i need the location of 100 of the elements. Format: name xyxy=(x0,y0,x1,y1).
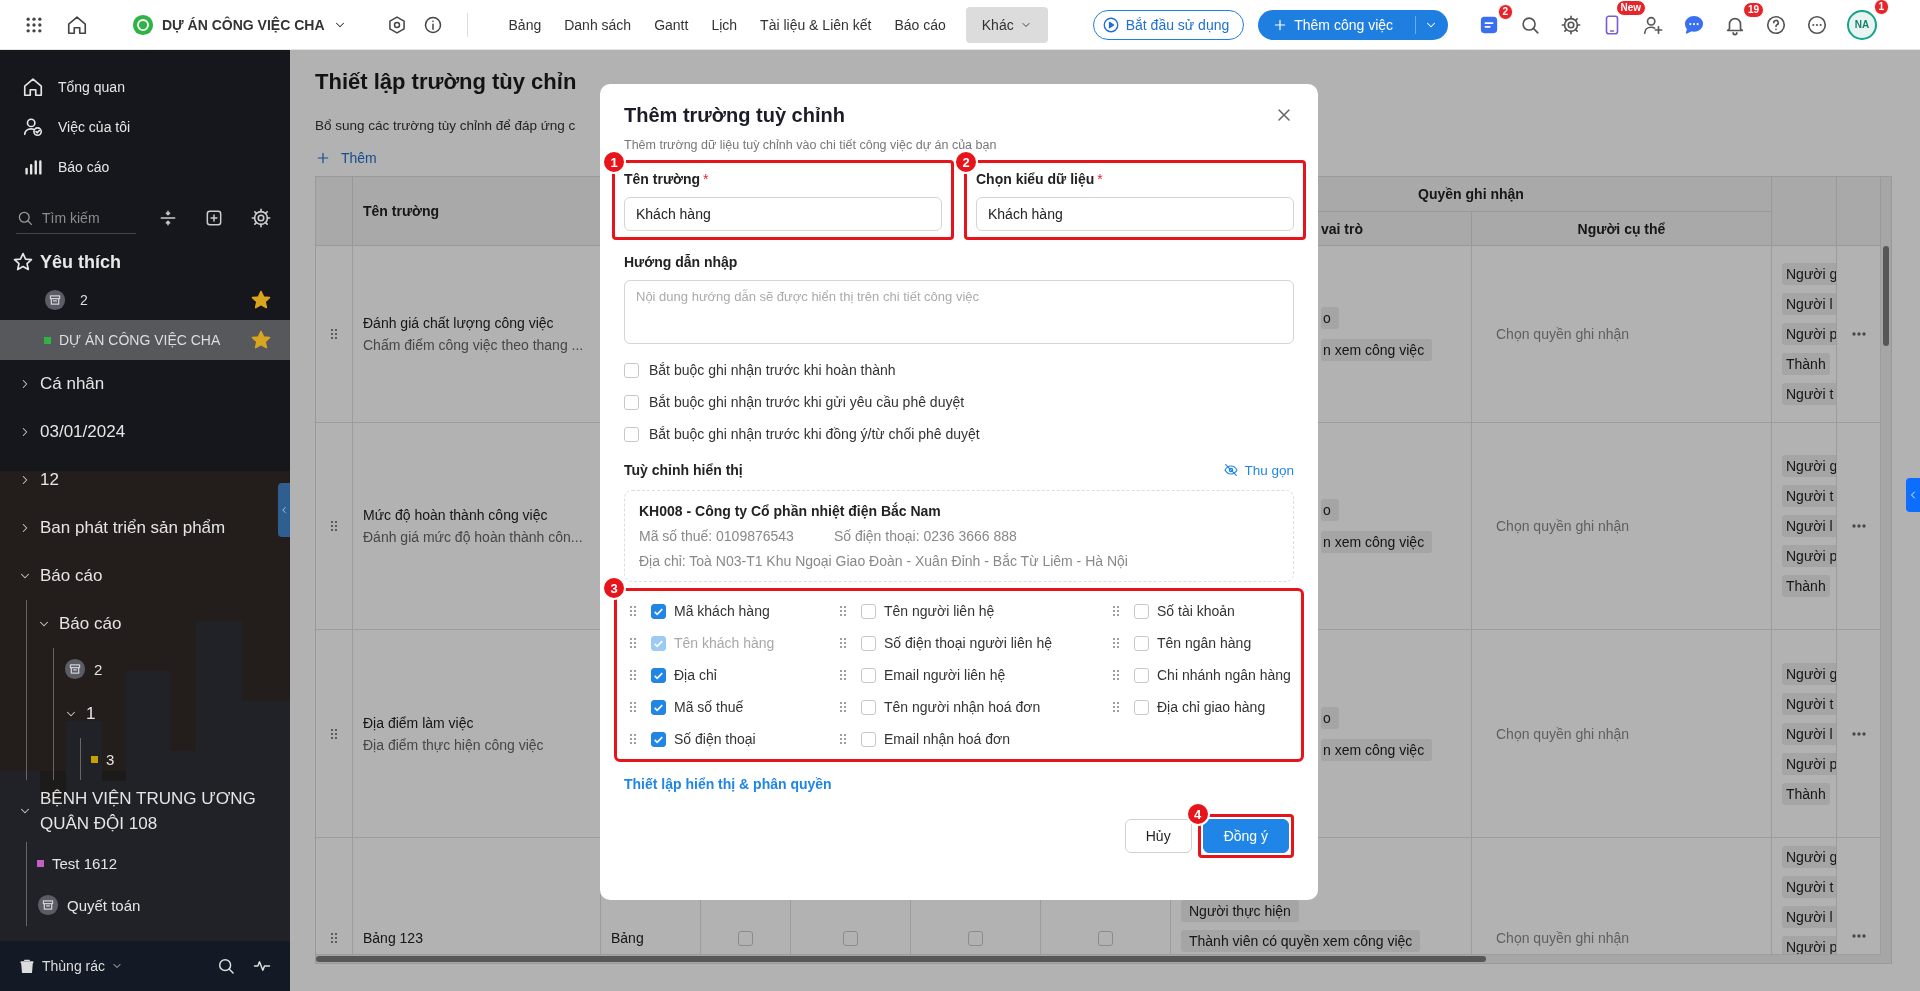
settings-icon[interactable] xyxy=(250,207,272,229)
nav-item[interactable]: Tổng quan xyxy=(58,79,125,95)
role-tag: o xyxy=(1321,307,1339,329)
checkbox[interactable] xyxy=(651,731,666,747)
checkbox[interactable] xyxy=(861,603,876,619)
nav-tab[interactable]: Gantt xyxy=(643,6,700,43)
project-name[interactable]: DỰ ÁN CÔNG VIỆC CHA xyxy=(162,16,325,33)
trash-icon xyxy=(18,957,36,975)
field-name: Địa điểm làm việc xyxy=(363,714,475,731)
nav-tab[interactable]: Khác xyxy=(965,6,1048,43)
help-icon[interactable] xyxy=(1765,13,1788,36)
hexagon-settings-icon[interactable] xyxy=(386,14,407,35)
favorite-item[interactable]: 2 xyxy=(0,280,290,320)
checkbox[interactable] xyxy=(861,731,876,747)
field-label: Tên trường xyxy=(624,170,701,189)
field-description: Chấm điểm công việc theo thang ... xyxy=(363,337,585,353)
search-icon[interactable] xyxy=(216,956,236,976)
text-field[interactable]: Khách hàng xyxy=(976,197,1294,231)
tree-item[interactable]: BỆNH VIỆN TRUNG ƯƠNG QUÂN ĐỘI 108 xyxy=(40,786,276,836)
checkbox[interactable] xyxy=(1134,635,1149,651)
role-tag: Người p xyxy=(1782,752,1836,775)
trash-link[interactable]: Thùng rác xyxy=(42,958,106,974)
section-title: Yêu thích xyxy=(40,251,121,273)
role-tag: Người l xyxy=(1782,515,1836,537)
checkbox[interactable] xyxy=(624,362,639,378)
info-icon[interactable] xyxy=(422,14,443,35)
search-field[interactable]: Tìm kiếm xyxy=(16,202,136,234)
checkbox[interactable] xyxy=(968,931,983,946)
nav-tab[interactable]: Danh sách xyxy=(553,6,643,43)
confirm-button[interactable]: Đồng ý xyxy=(1202,819,1289,853)
checkbox[interactable] xyxy=(1134,667,1149,683)
tree-item[interactable]: Báo cáo xyxy=(59,614,122,634)
required-mark: * xyxy=(703,170,709,189)
checkbox-label: Tên người nhận hoá đơn xyxy=(884,699,1041,715)
eye-off-icon xyxy=(1223,462,1240,478)
archive-icon xyxy=(64,658,86,680)
checkbox-label: Tên khách hàng xyxy=(674,635,775,651)
checkbox[interactable] xyxy=(843,931,858,946)
tree-item[interactable]: Quyết toán xyxy=(67,896,141,914)
collapse-link[interactable]: Thu gọn xyxy=(1223,462,1294,478)
checkbox-label: Bắt buộc ghi nhận trước khi đồng ý/từ chối phê duyệt xyxy=(649,426,980,442)
nav-tab[interactable]: Lịch xyxy=(700,6,749,43)
start-button[interactable]: Bắt đầu sử dụng xyxy=(1092,9,1245,40)
tree-item[interactable]: 1 xyxy=(86,704,96,724)
tree-item[interactable]: 3 xyxy=(106,750,115,768)
favorite-item[interactable]: DỰ ÁN CÔNG VIỆC CHA xyxy=(0,320,290,360)
checkbox[interactable] xyxy=(624,426,639,442)
checkbox[interactable] xyxy=(1134,603,1149,619)
checkbox-label: Bắt buộc ghi nhận trước khi hoàn thành xyxy=(649,362,896,378)
checkbox[interactable] xyxy=(651,667,666,683)
settings-icon[interactable] xyxy=(1560,13,1583,36)
user-check-icon xyxy=(22,116,44,138)
field-description: Đánh giá mức độ hoàn thành côn... xyxy=(363,529,584,545)
user-avatar[interactable]: NA xyxy=(1847,9,1878,40)
section-title: Tuỳ chỉnh hiển thị xyxy=(624,462,743,478)
tree-item[interactable]: Ban phát triển sản phẩm xyxy=(40,518,226,538)
checkbox[interactable] xyxy=(861,699,876,715)
tree-item[interactable]: Test 1612 xyxy=(52,854,118,872)
tree-item[interactable]: Báo cáo xyxy=(40,566,103,586)
step-marker: 3 xyxy=(602,576,626,600)
collapse-handle[interactable] xyxy=(278,483,290,537)
checkbox[interactable] xyxy=(1134,699,1149,715)
settings-link[interactable]: Thiết lập hiển thị & phân quyền xyxy=(624,776,832,792)
role-tag: Người g xyxy=(1782,662,1836,685)
star-icon xyxy=(12,251,34,273)
expand-handle[interactable] xyxy=(1906,478,1920,512)
role-tag: Người t xyxy=(1782,876,1836,898)
role-tag: Thành xyxy=(1782,782,1830,805)
nav-item[interactable]: Báo cáo xyxy=(58,159,110,175)
star-icon xyxy=(250,329,272,351)
checkbox[interactable] xyxy=(738,931,753,946)
nav-item[interactable]: Việc của tôi xyxy=(58,119,131,135)
text-field[interactable]: Khách hàng xyxy=(624,197,942,231)
chat-icon[interactable] xyxy=(1683,13,1706,36)
nav-tab[interactable]: Bảng xyxy=(497,6,553,43)
nav-tab[interactable]: Báo cáo xyxy=(883,6,957,43)
add-square-icon[interactable] xyxy=(204,208,224,228)
nav-tab[interactable]: Tài liệu & Liên kết xyxy=(749,6,883,43)
cancel-button[interactable]: Hủy xyxy=(1124,819,1192,853)
tree-item[interactable]: Cá nhân xyxy=(40,374,105,394)
scrollbar-thumb[interactable] xyxy=(316,956,1486,962)
chevron-left-icon xyxy=(279,505,289,515)
archive-icon xyxy=(44,289,66,311)
tree-item[interactable]: 2 xyxy=(94,660,103,678)
checkbox[interactable] xyxy=(651,699,666,715)
add-task-button[interactable]: Thêm công việc xyxy=(1258,9,1449,40)
divide-icon[interactable] xyxy=(158,208,178,228)
more-icon[interactable] xyxy=(1806,13,1829,36)
checkbox[interactable] xyxy=(624,394,639,410)
scrollbar-thumb[interactable] xyxy=(1883,246,1889,346)
checkbox[interactable] xyxy=(861,667,876,683)
checkbox[interactable] xyxy=(1098,931,1113,946)
tree-item[interactable]: 03/01/2024 xyxy=(40,422,126,442)
tree-item[interactable]: 12 xyxy=(40,470,59,490)
checkbox[interactable] xyxy=(651,603,666,619)
checkbox-label: Số tài khoản xyxy=(1157,603,1235,619)
add-link[interactable]: Thêm xyxy=(315,146,377,170)
checkbox-label: Mã khách hàng xyxy=(674,603,770,619)
checkbox[interactable] xyxy=(861,635,876,651)
role-tag: Người g xyxy=(1782,455,1836,477)
